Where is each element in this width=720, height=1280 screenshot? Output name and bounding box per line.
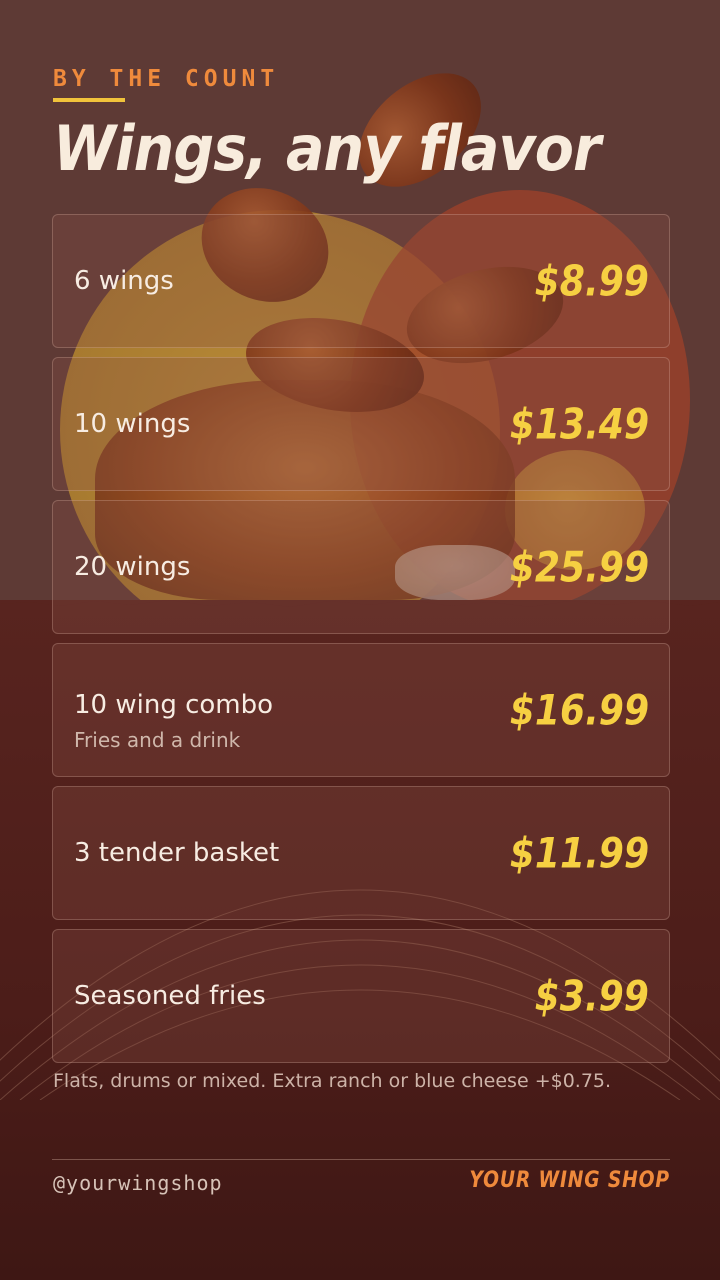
menu-item-price: $8.99 xyxy=(534,256,649,306)
menu-item-seasoned-fries: Seasoned fries $3.99 xyxy=(52,929,670,1063)
menu-item-name: Seasoned fries xyxy=(74,981,266,1011)
page-title: Wings, any flavor xyxy=(53,112,601,185)
social-handle: @yourwingshop xyxy=(53,1171,223,1195)
menu-item-price: $25.99 xyxy=(509,542,649,592)
menu-item-price: $13.49 xyxy=(509,399,649,449)
menu-item-price: $3.99 xyxy=(534,971,649,1021)
menu-item-price: $16.99 xyxy=(509,685,649,735)
menu-item-description: Fries and a drink xyxy=(74,728,241,752)
menu-item-name: 10 wings xyxy=(74,409,191,439)
section-eyebrow: BY THE COUNT xyxy=(53,66,280,92)
menu-item-name: 10 wing combo xyxy=(74,690,274,720)
menu-item-10-wings: 10 wings $13.49 xyxy=(52,357,670,491)
menu-item-name: 6 wings xyxy=(74,266,174,296)
menu-item-20-wings: 20 wings $25.99 xyxy=(52,500,670,634)
menu-page: BY THE COUNT Wings, any flavor 6 wings $… xyxy=(0,0,720,1280)
menu-item-price: $11.99 xyxy=(509,828,649,878)
menu-item-name: 3 tender basket xyxy=(74,838,280,868)
menu-item-name: 20 wings xyxy=(74,552,191,582)
menu-item-tender-basket: 3 tender basket $11.99 xyxy=(52,786,670,920)
menu-list: 6 wings $8.99 10 wings $13.49 20 wings $… xyxy=(52,214,670,1072)
menu-item-6-wings: 6 wings $8.99 xyxy=(52,214,670,348)
eyebrow-underline xyxy=(53,98,125,102)
brand-name: YOUR WING SHOP xyxy=(469,1168,670,1193)
menu-item-wing-combo: 10 wing combo Fries and a drink $16.99 xyxy=(52,643,670,777)
menu-footnote: Flats, drums or mixed. Extra ranch or bl… xyxy=(53,1070,612,1092)
footer-divider xyxy=(52,1159,670,1160)
